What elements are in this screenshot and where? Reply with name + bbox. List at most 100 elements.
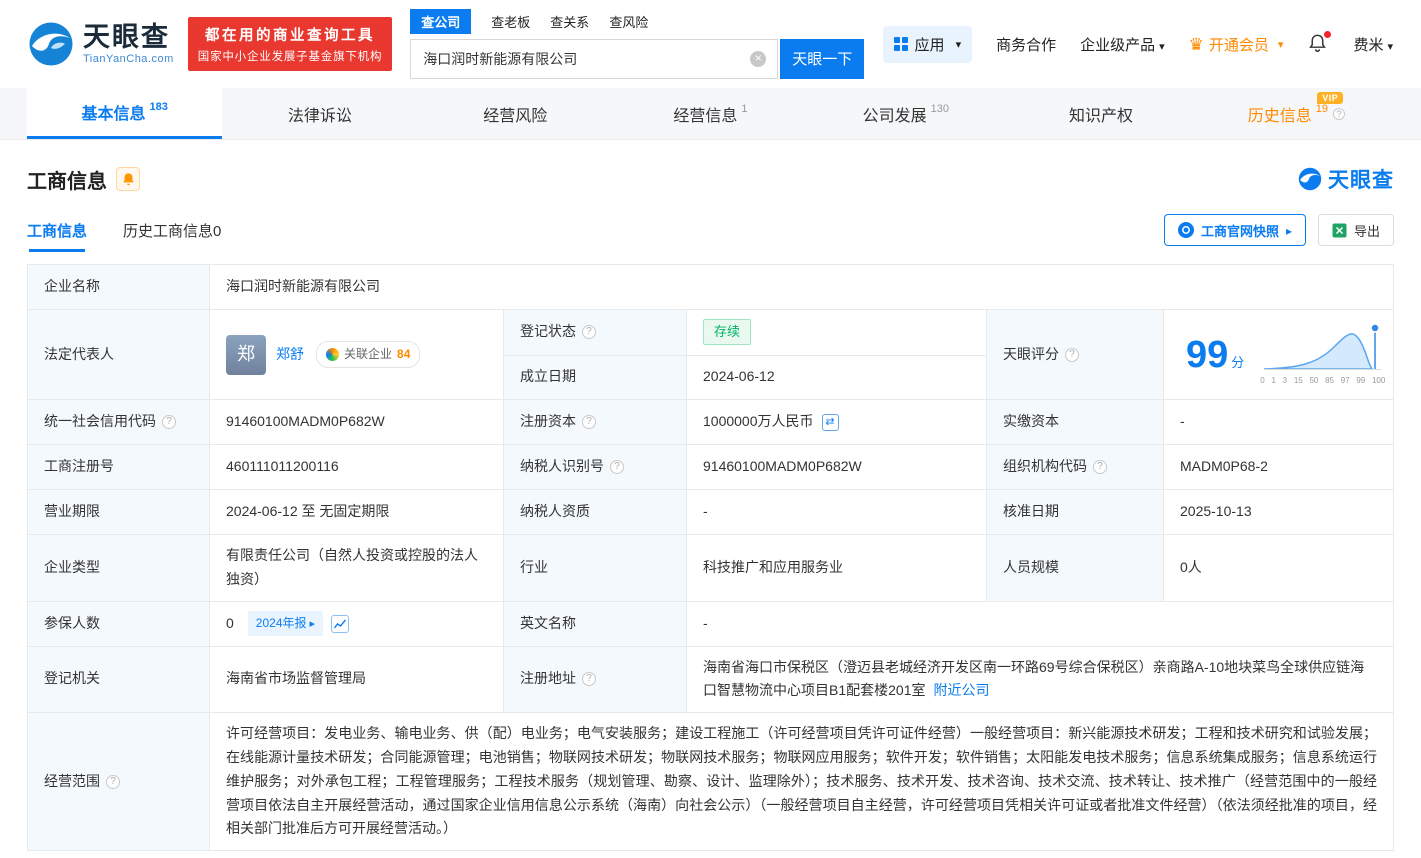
- table-row-reg-number: 工商注册号 460111011200116 纳税人识别号 91460100MAD…: [28, 444, 1393, 489]
- currency-converter-icon[interactable]: ⇄: [822, 414, 839, 431]
- legal-rep-value: 郑 郑舒 关联企业 84: [209, 310, 503, 399]
- clear-search-icon[interactable]: ×: [750, 51, 766, 67]
- subscribe-bell-icon[interactable]: [116, 167, 140, 191]
- nav-tab-ip[interactable]: 知识产权: [1003, 88, 1198, 139]
- search-tab[interactable]: 查风险: [609, 12, 648, 31]
- label-text: 核准日期: [1003, 500, 1059, 524]
- subtab-row: 工商信息 历史工商信息0 工商官网快照 导出: [27, 214, 1394, 252]
- company-name-label: 企业名称: [28, 265, 209, 309]
- info-icon[interactable]: [582, 415, 596, 429]
- brand-domain: TianYanCha.com: [83, 53, 174, 65]
- business-info-table: 企业名称 海口润时新能源有限公司 法定代表人 郑 郑舒 关联企业 84: [27, 264, 1394, 851]
- insured-trend-chart-icon[interactable]: [331, 615, 349, 633]
- tab-business-info[interactable]: 工商信息: [27, 220, 87, 252]
- annual-report-badge[interactable]: 2024年报: [248, 611, 323, 636]
- label-text: 工商注册号: [44, 455, 114, 479]
- credit-code-text: 91460100MADM0P682W: [226, 410, 385, 434]
- legal-rep-label: 法定代表人: [28, 310, 209, 399]
- staff-size-value: 0人: [1163, 535, 1393, 601]
- legal-rep-link[interactable]: 郑舒: [276, 343, 304, 367]
- reg-number-value: 460111011200116: [209, 445, 503, 489]
- info-icon[interactable]: [162, 415, 176, 429]
- establish-date-value: 2024-06-12: [686, 355, 986, 400]
- address-body: 海南省海口市保税区（澄迈县老城经济开发区南一环路69号综合保税区）亲商路A-10…: [703, 659, 1364, 699]
- english-name-value: -: [686, 602, 1393, 646]
- related-label: 关联企业: [344, 344, 392, 364]
- taxpayer-quality-label: 纳税人资质: [503, 490, 686, 534]
- user-menu[interactable]: 费米: [1353, 34, 1393, 55]
- legal-rep-avatar[interactable]: 郑: [226, 335, 266, 375]
- reg-number-text: 460111011200116: [226, 455, 339, 479]
- info-icon[interactable]: [1333, 108, 1345, 120]
- reg-capital-label: 注册资本: [503, 400, 686, 444]
- label-text: 成立日期: [520, 365, 576, 389]
- score-number: 99 分: [1186, 336, 1244, 374]
- org-code-label: 组织机构代码: [986, 445, 1163, 489]
- reg-number-label: 工商注册号: [28, 445, 209, 489]
- nav-tab-development[interactable]: 公司发展130: [808, 88, 1003, 139]
- taxpayer-id-text: 91460100MADM0P682W: [703, 455, 862, 479]
- label-text: 注册地址: [520, 667, 576, 691]
- excel-icon: [1332, 223, 1347, 238]
- search-button[interactable]: 天眼一下: [780, 39, 864, 79]
- credit-code-value: 91460100MADM0P682W: [209, 400, 503, 444]
- label-text: 行业: [520, 556, 548, 580]
- nav-tab-label: 经营信息: [673, 102, 737, 126]
- taxpayer-id-value: 91460100MADM0P682W: [686, 445, 986, 489]
- nav-tab-label: 法律诉讼: [288, 102, 352, 126]
- company-name-text: 海口润时新能源有限公司: [226, 275, 380, 299]
- cooperation-link[interactable]: 商务合作: [996, 34, 1056, 55]
- score-tick: 50: [1309, 374, 1318, 388]
- logo-text: 天眼查 TianYanCha.com: [83, 23, 174, 65]
- label-text: 营业期限: [44, 500, 100, 524]
- score-label: 天眼评分: [986, 310, 1163, 399]
- nearby-companies-link[interactable]: 附近公司: [933, 682, 989, 698]
- search-tab[interactable]: 查公司: [410, 9, 471, 34]
- vip-upgrade-link[interactable]: ♛ 开通会员: [1189, 34, 1284, 55]
- nav-tab-risk[interactable]: 经营风险: [418, 88, 613, 139]
- insured-label: 参保人数: [28, 602, 209, 646]
- export-button[interactable]: 导出: [1318, 214, 1394, 246]
- score-tick: 1: [1271, 374, 1275, 388]
- nav-tab-basic[interactable]: 基本信息183: [27, 88, 222, 139]
- info-icon[interactable]: [1065, 348, 1079, 362]
- nav-tab-history[interactable]: 历史信息19VIP: [1199, 88, 1394, 139]
- info-icon[interactable]: [610, 460, 624, 474]
- taxpayer-id-label: 纳税人识别号: [503, 445, 686, 489]
- company-search-input[interactable]: [410, 39, 778, 79]
- info-icon[interactable]: [582, 325, 596, 339]
- notifications-bell-icon[interactable]: [1307, 33, 1329, 55]
- table-row-business-term: 营业期限 2024-06-12 至 无固定期限 纳税人资质 - 核准日期 202…: [28, 489, 1393, 534]
- search-tab[interactable]: 查老板: [491, 12, 530, 31]
- tianyancha-logo[interactable]: 天眼查 TianYanCha.com: [28, 21, 174, 67]
- score-value-cell[interactable]: 99 分 0131550859799100: [1163, 310, 1401, 399]
- promo-line2: 国家中小企业发展子基金旗下机构: [198, 48, 383, 64]
- score-tick: 100: [1372, 374, 1385, 388]
- label-text: 天眼评分: [1003, 343, 1059, 367]
- nav-tab-count: 1: [741, 103, 747, 115]
- apps-menu-button[interactable]: 应用: [883, 26, 973, 63]
- label-text: 企业类型: [44, 556, 100, 580]
- vip-badge: VIP: [1317, 92, 1343, 104]
- reg-status-value: 存续: [686, 310, 986, 355]
- score-tick: 85: [1325, 374, 1334, 388]
- tab-history-business-info[interactable]: 历史工商信息0: [123, 220, 221, 252]
- apps-grid-icon: [894, 37, 908, 51]
- enterprise-products-link[interactable]: 企业级产品: [1080, 34, 1165, 55]
- nav-tab-operation[interactable]: 经营信息 1: [613, 88, 808, 139]
- section-nav: 基本信息183 法律诉讼 经营风险 经营信息 1 公司发展130知识产权历史信息19VIP: [0, 88, 1421, 140]
- search-tab[interactable]: 查关系: [550, 12, 589, 31]
- approval-date-text: 2025-10-13: [1180, 500, 1252, 524]
- crown-icon: ♛: [1189, 36, 1204, 53]
- nav-tab-lawsuit[interactable]: 法律诉讼: [222, 88, 417, 139]
- business-term-text: 2024-06-12 至 无固定期限: [226, 500, 389, 524]
- official-snapshot-button[interactable]: 工商官网快照: [1164, 214, 1306, 246]
- related-companies-badge[interactable]: 关联企业 84: [316, 341, 420, 367]
- info-icon[interactable]: [1093, 460, 1107, 474]
- watermark-logo-icon: [1298, 167, 1322, 191]
- info-icon[interactable]: [106, 775, 120, 789]
- score-tick: 99: [1356, 374, 1365, 388]
- score-tick: 3: [1283, 374, 1287, 388]
- table-row-business-scope: 经营范围 许可经营项目：发电业务、输电业务、供（配）电业务；电气安装服务；建设工…: [28, 712, 1393, 850]
- info-icon[interactable]: [582, 672, 596, 686]
